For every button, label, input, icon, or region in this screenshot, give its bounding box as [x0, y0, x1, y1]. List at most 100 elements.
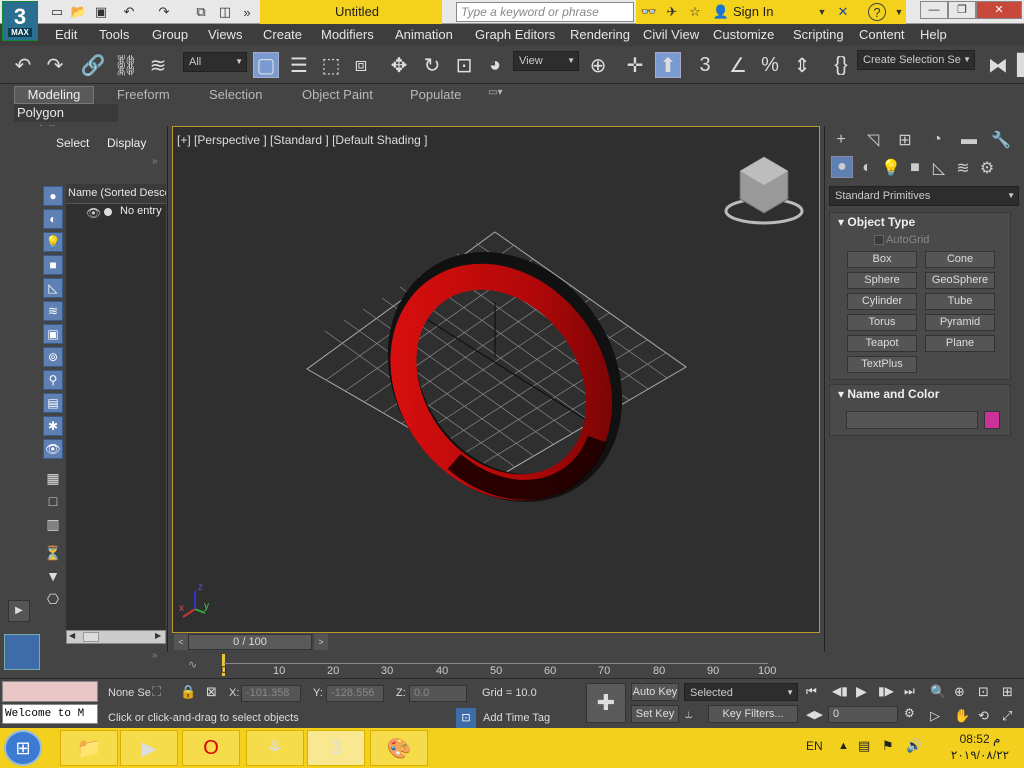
autogrid-checkbox[interactable] — [874, 235, 884, 245]
spinner-snap-icon[interactable]: ⇕ — [789, 52, 815, 78]
redo-icon[interactable]: ↷ — [42, 52, 68, 78]
textplus-button[interactable]: TextPlus — [847, 356, 917, 373]
viewport-layout-icon[interactable] — [4, 634, 40, 670]
play-expand-icon[interactable]: ▶ — [8, 600, 30, 622]
explorer-collapse-icon[interactable]: » — [152, 650, 158, 661]
explorer-expand-icon[interactable]: » — [152, 156, 158, 167]
named-selection-dropdown[interactable]: Create Selection Se ▼ — [857, 50, 975, 70]
snaps-toggle-icon[interactable]: 3 — [692, 52, 718, 78]
display-cameras-icon[interactable]: ■ — [43, 255, 63, 275]
search-input[interactable]: Type a keyword or phrase — [456, 2, 634, 22]
scroll-left-icon[interactable]: ◀ — [69, 631, 75, 640]
display-tab-icon[interactable]: ▬ — [957, 128, 981, 152]
selection-lock-icon[interactable]: 🔒 — [180, 684, 196, 700]
cylinder-button[interactable]: Cylinder — [847, 293, 917, 310]
filter-funnel-icon[interactable]: ▼ — [43, 566, 63, 586]
rectangular-selection-icon[interactable]: ⬚ — [318, 52, 344, 78]
unlink-icon[interactable]: ⛓ — [113, 52, 139, 78]
systems-icon[interactable]: ⚙ — [975, 156, 999, 180]
scroll-right-icon[interactable]: ▶ — [155, 631, 161, 640]
menu-group[interactable]: Group — [152, 27, 188, 42]
exchange-apps-icon[interactable]: ✕ — [834, 3, 852, 21]
edit-named-selection-icon[interactable]: {} — [828, 52, 854, 78]
app-logo-button[interactable]: 3 MAX — [2, 1, 38, 41]
curve-editor-icon[interactable]: ∿ — [188, 658, 197, 671]
pivot-center-icon[interactable]: ⊕ — [585, 52, 611, 78]
category-dropdown[interactable]: Standard Primitives ▼ — [829, 186, 1019, 206]
ribbon-tab-selection[interactable]: Selection — [209, 87, 262, 102]
display-hidden-icon[interactable]: 👁 — [43, 439, 63, 459]
percent-snap-icon[interactable]: % — [757, 52, 783, 78]
display-helpers-icon[interactable]: ◺ — [43, 278, 63, 298]
zoom-extents-all-icon[interactable]: ⊞ — [1002, 684, 1013, 700]
ribbon-tab-modeling[interactable]: Modeling — [14, 86, 94, 104]
shapes-icon[interactable]: ◐ — [855, 156, 879, 180]
maxscript-output[interactable]: Welcome to M — [2, 704, 98, 724]
show-hidden-icons[interactable]: ▲ — [838, 740, 849, 752]
sign-in-dropdown-icon[interactable]: ▼ — [813, 3, 831, 21]
box-button[interactable]: Box — [847, 251, 917, 268]
utilities-tab-icon[interactable]: 🔧 — [989, 128, 1013, 152]
communication-center-icon[interactable]: ✈ — [663, 3, 681, 21]
mirror-icon[interactable]: ⧓ — [985, 52, 1011, 78]
placement-icon[interactable]: ◕ — [482, 52, 508, 78]
save-file-icon[interactable]: ▣ — [92, 3, 110, 21]
menu-views[interactable]: Views — [208, 27, 242, 42]
z-coordinate-field[interactable]: 0.0 — [409, 685, 467, 702]
more-icon[interactable]: » — [238, 3, 256, 21]
auto-key-button[interactable]: Auto Key — [631, 683, 679, 701]
clock-time[interactable]: 08:52 م — [940, 732, 1020, 746]
next-frame-icon[interactable]: ▮▶ — [878, 684, 894, 698]
menu-civil-view[interactable]: Civil View — [643, 27, 699, 42]
modify-tab-icon[interactable]: ◹ — [861, 128, 885, 152]
motion-tab-icon[interactable]: ◔ — [925, 128, 949, 152]
name-and-color-title[interactable]: ▾ Name and Color — [838, 387, 939, 401]
pan-view-icon[interactable]: ✋ — [954, 708, 970, 724]
object-type-title[interactable]: ▾ Object Type — [838, 215, 915, 229]
tube-button[interactable]: Tube — [925, 293, 995, 310]
key-tangent-icon[interactable]: ⥿ — [685, 706, 692, 722]
go-to-end-icon[interactable]: ⏭ — [904, 684, 915, 699]
time-tag-icon[interactable]: ⊡ — [456, 708, 476, 728]
key-filters-button[interactable]: Key Filters... — [708, 705, 798, 723]
lights-icon[interactable]: 💡 — [879, 156, 903, 180]
orbit-icon[interactable]: ⟲ — [978, 708, 989, 724]
go-to-start-icon[interactable]: ⏮ — [806, 684, 817, 699]
ribbon-tab-populate[interactable]: Populate — [410, 87, 461, 102]
pyramid-button[interactable]: Pyramid — [925, 314, 995, 331]
explorer-column-header[interactable]: Name (Sorted Desce — [66, 184, 166, 204]
cone-button[interactable]: Cone — [925, 251, 995, 268]
display-invert-icon[interactable]: ▥ — [43, 514, 63, 534]
space-warps-icon[interactable]: ≋ — [951, 156, 975, 180]
redo-icon[interactable]: ↷ — [155, 3, 173, 21]
project-folder-icon[interactable]: ⧉ — [192, 3, 210, 21]
maximize-button[interactable]: ❐ — [948, 1, 976, 19]
action-center-icon[interactable]: ⚑ — [882, 738, 894, 754]
key-mode-icon[interactable]: ◀▶ — [806, 708, 823, 721]
torus-button[interactable]: Torus — [847, 314, 917, 331]
layer-explorer-icon[interactable]: ⎔ — [43, 589, 63, 609]
display-spacewarps-icon[interactable]: ≋ — [43, 301, 63, 321]
help-dropdown-icon[interactable]: ▼ — [890, 3, 908, 21]
reference-coordinate-dropdown[interactable]: View ▼ — [513, 51, 579, 71]
menu-content[interactable]: Content — [859, 27, 905, 42]
undo-icon[interactable]: ↶ — [120, 3, 138, 21]
teapot-button[interactable]: Teapot — [847, 335, 917, 352]
visibility-eye-icon[interactable]: 👁 — [86, 206, 101, 220]
absolute-mode-icon[interactable]: ⊠ — [206, 684, 217, 700]
plane-button[interactable]: Plane — [925, 335, 995, 352]
explorer-horizontal-scrollbar[interactable]: ◀ ▶ — [66, 630, 166, 644]
geosphere-button[interactable]: GeoSphere — [925, 272, 995, 289]
time-prev-icon[interactable]: < — [174, 634, 188, 650]
geometry-icon[interactable]: ● — [831, 156, 853, 178]
polygon-modeling-panel[interactable]: Polygon Modeling — [14, 104, 118, 138]
select-manipulate-icon[interactable]: ✛ — [622, 52, 648, 78]
ribbon-options-icon[interactable]: ▭▾ — [488, 87, 502, 98]
file-explorer-taskbar-icon[interactable]: 📁 — [60, 730, 118, 766]
keyboard-shortcut-override-icon[interactable]: ⬆ — [655, 52, 681, 78]
explorer-entry[interactable]: No entry — [120, 205, 162, 217]
select-object-icon[interactable]: ▢ — [253, 52, 279, 78]
create-tab-icon[interactable]: + — [829, 128, 853, 152]
play-icon[interactable]: ▶ — [856, 683, 867, 700]
help-icon[interactable]: ? — [868, 3, 886, 21]
